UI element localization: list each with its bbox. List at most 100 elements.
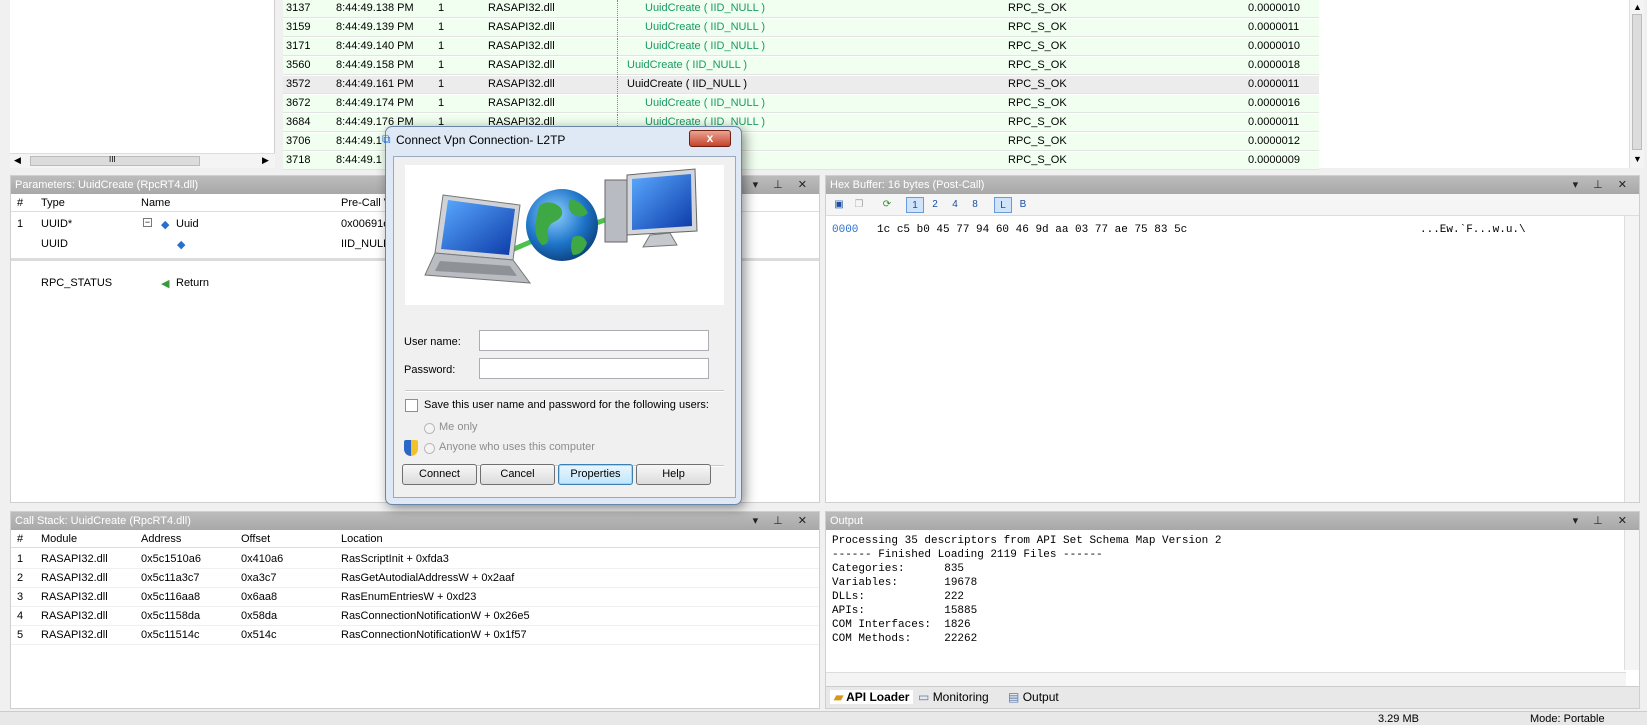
dialog-body: User name: Password: Save this user name…: [393, 156, 736, 498]
horizontal-scrollbar[interactable]: [826, 672, 1626, 686]
trace-cell-module: RASAPI32.dll: [488, 78, 555, 90]
anyone-radio[interactable]: [424, 443, 435, 454]
big-endian-button[interactable]: B: [1014, 197, 1032, 213]
col-precall-value[interactable]: Pre-Call V: [341, 197, 391, 209]
trace-cell-duration: 0.0000010: [1248, 2, 1300, 14]
callstack-row[interactable]: 3 RASAPI32.dll 0x5c116aa8 0x6aa8 RasEnumEntr…: [11, 588, 819, 607]
trace-row[interactable]: 3572 8:44:49.161 PM 1 RASAPI32.dll UuidCreat…: [283, 76, 1319, 94]
callstack-row[interactable]: 1 RASAPI32.dll 0x5c1510a6 0x410a6 RasScriptI…: [11, 550, 819, 569]
vertical-scrollbar[interactable]: ▲ ▼: [1629, 0, 1644, 168]
output-line: Variables: 19678: [832, 577, 978, 589]
vertical-scrollbar[interactable]: [1624, 216, 1639, 502]
callstack-cell-num: 1: [17, 553, 24, 565]
col-module[interactable]: Module: [41, 533, 77, 545]
save-icon[interactable]: ▣: [830, 197, 848, 213]
trace-row[interactable]: 3672 8:44:49.174 PM 1 RASAPI32.dll UuidCreat…: [283, 95, 1319, 113]
pane-controls[interactable]: ▾ ⊥ ✕: [1573, 514, 1633, 527]
callstack-cell-location: RasScriptInit + 0xfda3: [341, 553, 449, 565]
hex-offset: 0000: [832, 224, 859, 236]
trace-cell-result: RPC_S_OK: [1008, 135, 1067, 147]
trace-row[interactable]: 3137 8:44:49.138 PM 1 RASAPI32.dll UuidCreat…: [283, 0, 1319, 18]
view-1-byte-button[interactable]: 1: [906, 197, 924, 213]
callstack-row[interactable]: 5 RASAPI32.dll 0x5c11514c 0x514c RasConnecti…: [11, 626, 819, 645]
callstack-cell-module: RASAPI32.dll: [41, 610, 108, 622]
horizontal-scrollbar[interactable]: ◀ III ▶: [10, 153, 275, 168]
scroll-up-arrow-icon[interactable]: ▲: [1633, 2, 1642, 12]
callstack-cell-module: RASAPI32.dll: [41, 591, 108, 603]
tree-guide: [617, 76, 618, 94]
hex-bytes: 1c c5 b0 45 77 94 60 46 9d aa 03 77 ae 7…: [877, 224, 1188, 236]
col-address[interactable]: Address: [141, 533, 181, 545]
trace-cell-time: 8:44:49.138 PM: [336, 2, 414, 14]
col-type[interactable]: Type: [41, 197, 65, 209]
properties-button[interactable]: Properties: [558, 464, 633, 485]
scroll-grip: III: [109, 155, 116, 164]
tab-monitoring[interactable]: ▭ Monitoring: [918, 690, 989, 704]
collapse-icon[interactable]: −: [143, 218, 152, 227]
view-4-byte-button[interactable]: 4: [946, 197, 964, 213]
hex-toolbar: ▣ ❐ ⟳ 1 2 4 8 L B: [826, 194, 1639, 216]
me-only-radio[interactable]: [424, 423, 435, 434]
pane-controls[interactable]: ▾ ⊥ ✕: [1573, 178, 1633, 191]
callstack-row[interactable]: 4 RASAPI32.dll 0x5c1158da 0x58da RasConnecti…: [11, 607, 819, 626]
pane-controls[interactable]: ▾ ⊥ ✕: [753, 178, 813, 191]
callstack-cell-offset: 0x6aa8: [241, 591, 278, 603]
trace-cell-duration: 0.0000011: [1248, 116, 1300, 128]
scroll-thumb[interactable]: [1632, 14, 1642, 150]
output-tabs: ▰ API Loader ▭ Monitoring ▤ Output: [826, 686, 1639, 708]
trace-cell-seq: 3137: [286, 2, 311, 14]
col-num[interactable]: #: [17, 533, 23, 545]
close-button[interactable]: x: [689, 130, 731, 147]
trace-cell-time: 8:44:49.158 PM: [336, 59, 414, 71]
trace-cell-result: RPC_S_OK: [1008, 97, 1067, 109]
trace-row[interactable]: 3560 8:44:49.158 PM 1 RASAPI32.dll UuidCreat…: [283, 57, 1319, 75]
col-location[interactable]: Location: [341, 533, 383, 545]
trace-row[interactable]: 3171 8:44:49.140 PM 1 RASAPI32.dll UuidCreat…: [283, 38, 1319, 56]
scroll-down-arrow-icon[interactable]: ▼: [1633, 154, 1642, 164]
view-2-byte-button[interactable]: 2: [926, 197, 944, 213]
little-endian-button[interactable]: L: [994, 197, 1012, 213]
trace-cell-duration: 0.0000010: [1248, 40, 1300, 52]
trace-cell-duration: 0.0000018: [1248, 59, 1300, 71]
output-log[interactable]: Processing 35 descriptors from API Set S…: [832, 534, 1221, 646]
connect-button[interactable]: Connect: [402, 464, 477, 485]
cancel-button[interactable]: Cancel: [480, 464, 555, 485]
callstack-cell-address: 0x5c1510a6: [141, 553, 201, 565]
callstack-cell-location: RasConnectionNotificationW + 0x1f57: [341, 629, 527, 641]
help-button[interactable]: Help: [636, 464, 711, 485]
tree-guide: [617, 57, 618, 75]
col-name[interactable]: Name: [141, 197, 170, 209]
callstack-cell-address: 0x5c11a3c7: [141, 572, 200, 584]
password-input[interactable]: [479, 358, 709, 379]
vertical-scrollbar[interactable]: [1624, 530, 1639, 670]
trace-cell-time: 8:44:49.139 PM: [336, 21, 414, 33]
tab-api-loader[interactable]: ▰ API Loader: [830, 690, 914, 704]
trace-cell-result: RPC_S_OK: [1008, 21, 1067, 33]
mode-indicator: Mode: Portable: [1530, 713, 1605, 725]
callstack-row[interactable]: 2 RASAPI32.dll 0x5c11a3c7 0xa3c7 RasGetAutod…: [11, 569, 819, 588]
save-credentials-checkbox[interactable]: [405, 399, 418, 412]
scroll-thumb[interactable]: III: [30, 155, 200, 166]
scroll-right-arrow-icon[interactable]: ▶: [262, 155, 269, 166]
trace-cell-api: UuidCreate ( IID_NULL ): [645, 97, 766, 109]
callstack-cell-module: RASAPI32.dll: [41, 553, 108, 565]
callstack-cell-num: 4: [17, 610, 24, 622]
divider: [405, 390, 724, 392]
hex-line[interactable]: 0000 1c c5 b0 45 77 94 60 46 9d aa 03 77…: [832, 224, 1187, 236]
trace-cell-api: UuidCreate ( IID_NULL ): [627, 59, 748, 71]
tab-output[interactable]: ▤ Output: [1008, 690, 1059, 704]
pane-controls[interactable]: ▾ ⊥ ✕: [753, 514, 813, 527]
me-only-label: Me only: [439, 421, 478, 433]
col-num[interactable]: #: [17, 197, 23, 209]
refresh-icon[interactable]: ⟳: [878, 197, 896, 213]
trace-cell-time: 8:44:49.1: [336, 154, 382, 166]
username-input[interactable]: [479, 330, 709, 351]
copy-icon[interactable]: ❐: [850, 197, 868, 213]
view-8-byte-button[interactable]: 8: [966, 197, 984, 213]
output-line: COM Interfaces: 1826: [832, 619, 971, 631]
callstack-cell-num: 3: [17, 591, 24, 603]
callstack-cell-location: RasEnumEntriesW + 0xd23: [341, 591, 477, 603]
trace-row[interactable]: 3159 8:44:49.139 PM 1 RASAPI32.dll UuidCreat…: [283, 19, 1319, 37]
scroll-left-arrow-icon[interactable]: ◀: [14, 155, 21, 166]
col-offset[interactable]: Offset: [241, 533, 270, 545]
